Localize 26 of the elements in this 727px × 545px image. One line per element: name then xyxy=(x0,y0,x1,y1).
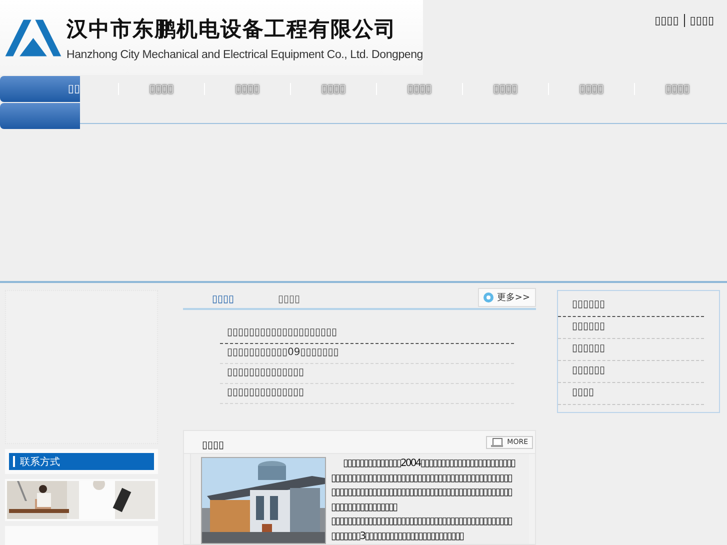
intro-title: ▯▯▯▯ xyxy=(202,440,224,450)
company-name: 汉中市东鹏机电设备工程有限公司 xyxy=(66,14,398,42)
top-link[interactable]: ▯▯▯▯ xyxy=(684,14,719,27)
top-link[interactable]: ▯▯▯▯ xyxy=(650,14,684,27)
news-link[interactable]: ▯▯▯▯▯▯▯▯▯▯▯▯▯▯ xyxy=(220,364,514,384)
news-link[interactable]: ▯▯▯▯▯▯▯▯▯▯▯▯▯▯ xyxy=(220,384,514,404)
menu-link[interactable]: ▯▯▯▯▯▯ xyxy=(558,340,704,361)
company-name-english: Hanzhong City Mechanical and Electrical Equipment Co., Ltd. Dongpeng xyxy=(66,48,423,60)
nav-item[interactable]: ▯▯▯▯ xyxy=(548,83,634,95)
news-link[interactable]: ▯▯▯▯▯▯▯▯▯▯▯09▯▯▯▯▯▯▯ xyxy=(220,344,514,364)
nav-item[interactable]: ▯▯▯▯ xyxy=(290,83,376,95)
nav-item[interactable]: ▯▯▯▯ xyxy=(204,83,290,95)
menu-link[interactable]: ▯▯▯▯▯▯ xyxy=(558,318,704,339)
nav-item[interactable]: ▯▯▯▯ xyxy=(118,83,204,95)
nav-item[interactable]: ▯▯ xyxy=(0,76,80,102)
nav-item[interactable]: ▯▯▯▯ xyxy=(462,83,548,95)
menu-link[interactable]: ▯▯▯▯▯▯ xyxy=(558,362,704,383)
more-button[interactable]: 更多>> xyxy=(478,288,536,306)
menu-link[interactable]: ▯▯▯▯ xyxy=(558,384,704,405)
nav-item[interactable]: ▯▯▯▯ xyxy=(376,83,462,95)
intro-paragraph: ▯▯▯▯▯▯▯▯▯▯▯▯▯▯▯▯▯▯▯▯▯▯▯▯▯▯▯▯▯▯▯▯▯▯▯▯▯▯▯▯▯▯▯▯▯▯▯▯▯▯▯3▯▯▯▯▯▯▯▯▯▯▯▯▯▯▯▯▯▯▯▯▯▯▯▯ xyxy=(331,515,513,544)
nav-item[interactable]: ▯▯▯▯ xyxy=(634,83,720,95)
news-link[interactable]: ▯▯▯▯▯▯▯▯▯▯▯▯▯▯▯▯▯▯▯▯ xyxy=(220,324,514,344)
contact-heading-text: 联系方式 xyxy=(20,456,60,468)
menu-link[interactable]: ▯▯▯▯▯▯ xyxy=(558,296,704,317)
intro-paragraph: ▯▯▯▯▯▯▯▯▯▯▯▯▯▯2004▯▯▯▯▯▯▯▯▯▯▯▯▯▯▯▯▯▯▯▯▯▯▯▯▯▯▯▯▯▯▯▯▯▯▯▯▯▯▯▯▯▯▯▯▯▯▯▯▯▯▯▯▯▯▯▯▯▯▯▯▯▯▯▯▯▯▯▯▯▯▯▯▯▯▯▯▯▯▯▯▯▯▯▯▯▯▯▯▯▯▯▯▯▯▯▯▯▯▯▯▯▯▯▯▯▯▯▯▯▯▯▯▯▯▯▯▯▯▯▯▯▯▯▯▯▯▯ xyxy=(331,457,515,514)
